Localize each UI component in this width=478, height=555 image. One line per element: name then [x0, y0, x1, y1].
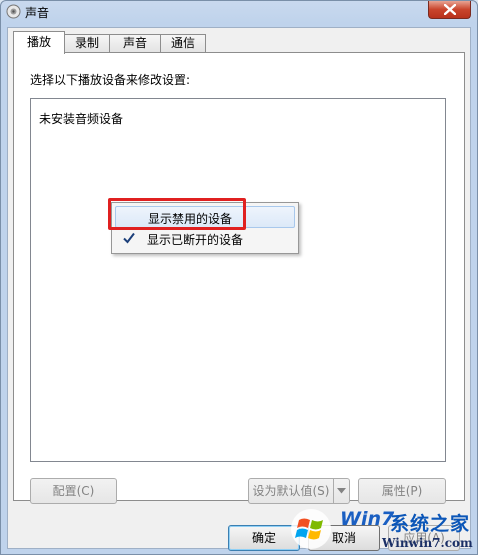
- chevron-down-icon: [337, 488, 346, 494]
- menu-item-show-disconnected[interactable]: 显示已断开的设备: [115, 228, 295, 250]
- instruction-label: 选择以下播放设备来修改设置:: [30, 73, 191, 87]
- menu-item-label: 显示已断开的设备: [147, 233, 244, 247]
- tab-playback[interactable]: 播放: [13, 31, 65, 54]
- watermark-brand: Win7: [340, 508, 395, 530]
- title-bar[interactable]: 声音: [1, 1, 477, 23]
- no-devices-message: 未安装音频设备: [39, 112, 124, 126]
- tab-sounds[interactable]: 声音: [109, 34, 161, 53]
- windows-logo-icon: [291, 509, 331, 549]
- properties-button[interactable]: 属性(P): [358, 478, 446, 504]
- window-title: 声音: [25, 6, 50, 20]
- watermark-url: Winwin7.com: [382, 536, 473, 550]
- red-highlight-annotation: [108, 198, 246, 230]
- site-watermark: Win7 系统之家 Winwin7.com: [290, 506, 478, 555]
- speaker-icon: [6, 4, 21, 19]
- set-default-dropdown[interactable]: [333, 478, 350, 504]
- close-icon: [444, 4, 456, 15]
- checkmark-icon: [123, 232, 135, 244]
- watermark-site-name: 系统之家: [390, 513, 471, 535]
- tab-recording[interactable]: 录制: [64, 34, 110, 53]
- tab-communications[interactable]: 通信: [160, 34, 206, 53]
- playback-device-list[interactable]: 未安装音频设备: [30, 98, 446, 462]
- set-default-button[interactable]: 设为默认值(S): [248, 478, 334, 504]
- close-button[interactable]: [428, 1, 471, 19]
- configure-button[interactable]: 配置(C): [30, 478, 117, 504]
